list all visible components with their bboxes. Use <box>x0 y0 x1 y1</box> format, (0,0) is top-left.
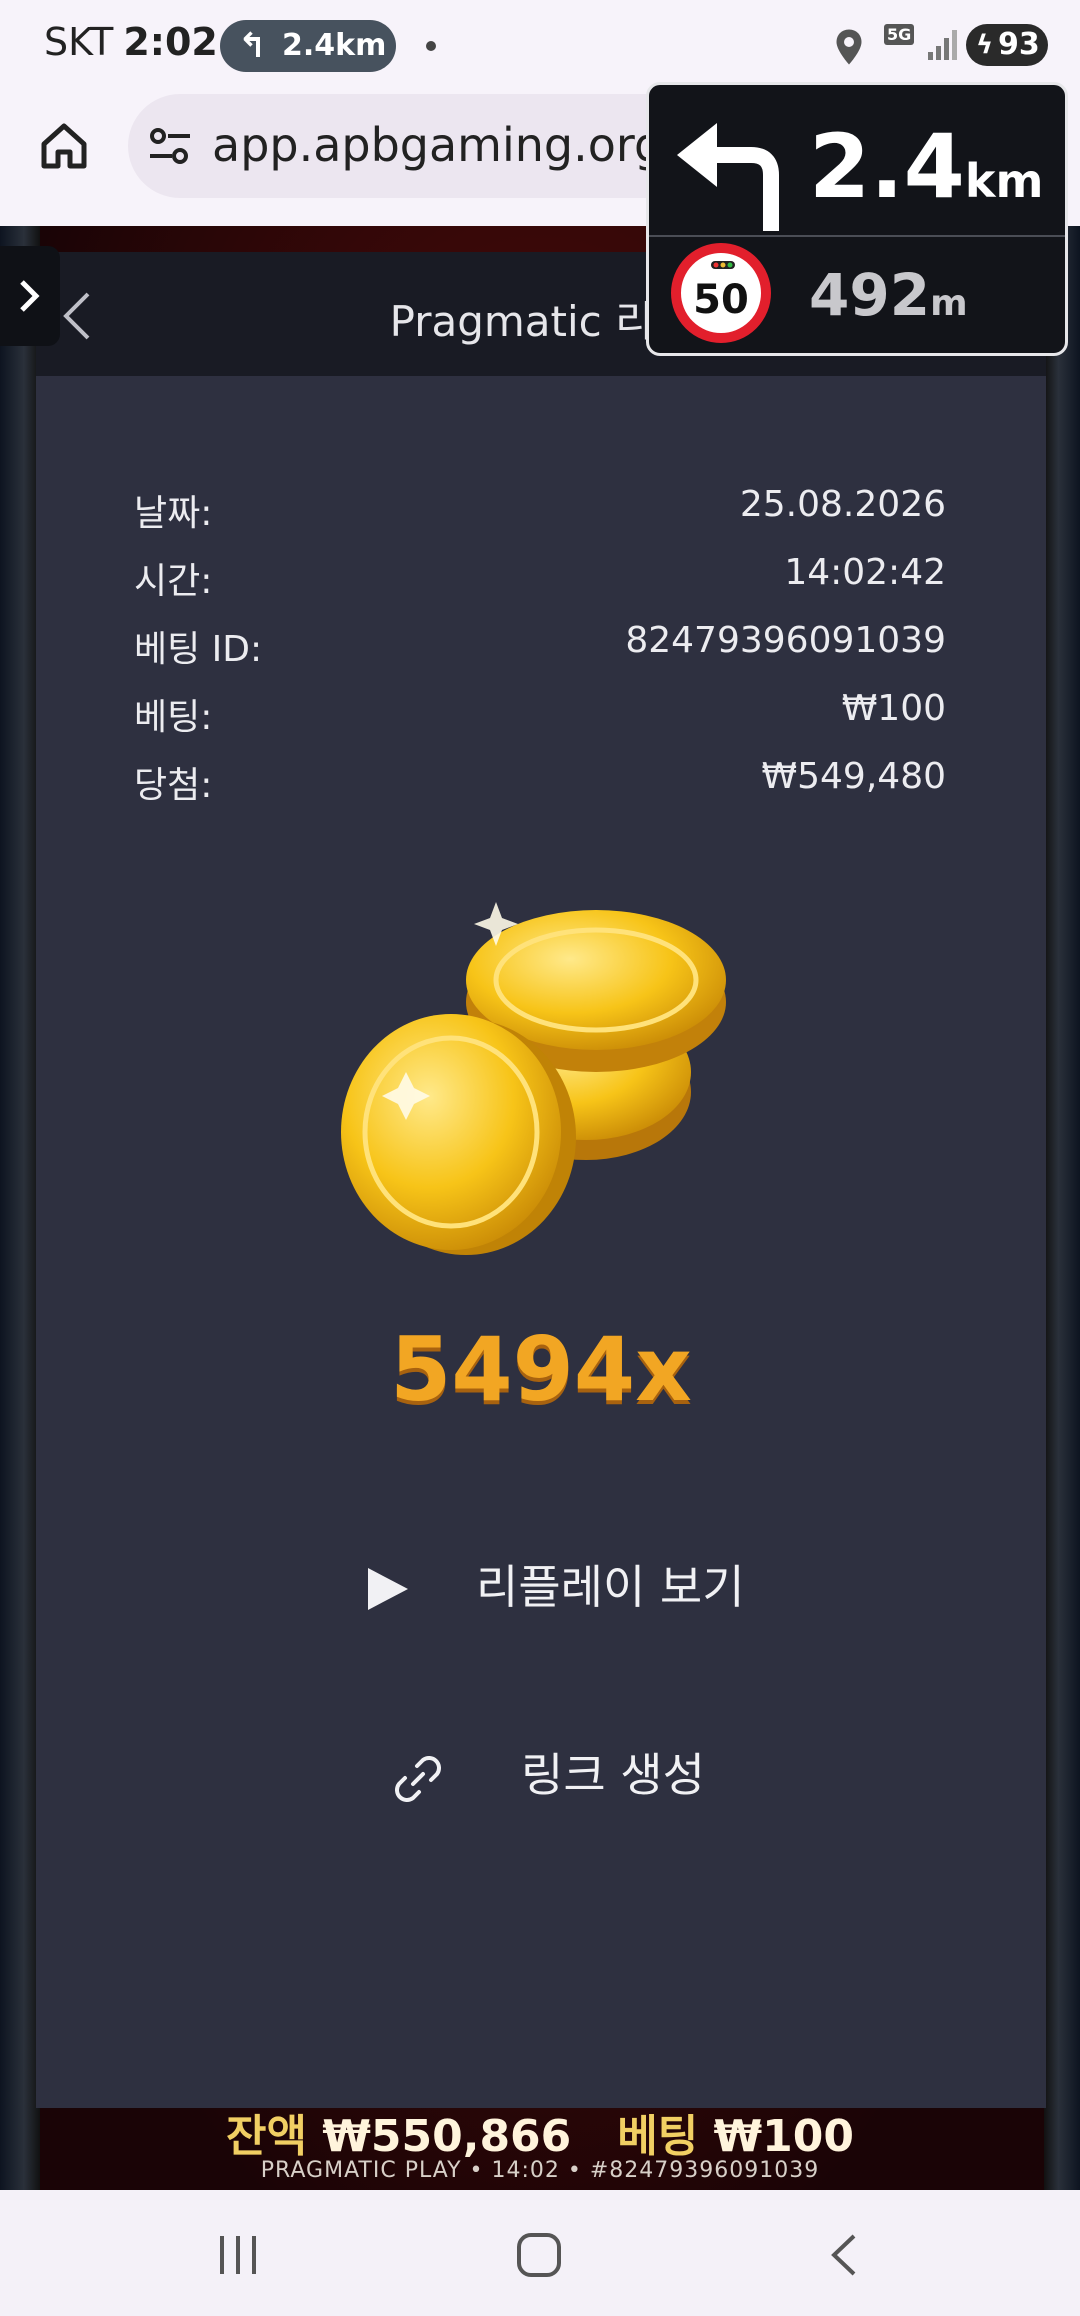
turn-distance-unit: km <box>964 154 1044 208</box>
system-navigation-bar <box>0 2190 1080 2316</box>
status-time: 2:02 <box>123 20 218 64</box>
turn-left-arrow-icon <box>677 123 779 231</box>
link-icon <box>395 1756 441 1802</box>
navigation-status-pill[interactable]: ↰ 2.4km <box>220 20 396 72</box>
info-row-win: 당첨: ₩549,480 <box>134 756 946 824</box>
overlay-divider <box>649 235 1065 237</box>
chevron-right-icon <box>20 280 40 312</box>
game-frame-right <box>1044 226 1080 2190</box>
time-value: 14:02:42 <box>784 552 946 593</box>
signal-icon <box>928 30 957 60</box>
info-row-date: 날짜: 25.08.2026 <box>134 484 946 552</box>
next-distance: 492m <box>809 261 968 329</box>
game-area: Pragmatic 리플 날짜: 25.08.2026 시간: 14:02:42… <box>0 226 1080 2190</box>
home-icon[interactable] <box>36 118 92 174</box>
speed-limit-sign: 50 <box>671 243 771 343</box>
battery-percent: 93 <box>998 27 1040 62</box>
watch-replay-label: 리플레이 보기 <box>476 1560 745 1614</box>
gold-coins-icon <box>341 902 726 1255</box>
game-footer: 잔액 ₩550,866 베팅 ₩100 PRAGMATIC PLAY • 14:… <box>0 2100 1080 2190</box>
bet-info: 날짜: 25.08.2026 시간: 14:02:42 베팅 ID: 82479… <box>134 484 946 824</box>
back-icon[interactable] <box>824 2230 864 2280</box>
footer-meta: PRAGMATIC PLAY • 14:02 • #82479396091039 <box>260 2158 820 2183</box>
url-text: app.apbgaming.org/c <box>212 118 704 172</box>
footer-bet-label: 베팅 <box>617 2111 699 2162</box>
home-button-icon[interactable] <box>514 2230 564 2280</box>
info-row-bet-id: 베팅 ID: 82479396091039 <box>134 620 946 688</box>
next-distance-unit: m <box>930 283 968 324</box>
location-icon <box>836 29 862 65</box>
footer-balance: 잔액 ₩550,866 베팅 ₩100 <box>0 2100 1080 2164</box>
turn-distance-value: 2.4 <box>809 115 965 218</box>
create-link-button[interactable]: 링크 생성 <box>391 1730 751 1820</box>
replay-dialog: Pragmatic 리플 날짜: 25.08.2026 시간: 14:02:42… <box>36 252 1046 2108</box>
navigation-overlay[interactable]: 2.4km 50 492m <box>646 82 1068 356</box>
battery-icon: ϟ 93 <box>966 24 1048 66</box>
speed-limit-value: 50 <box>693 277 749 323</box>
time-label: 시간: <box>134 561 213 602</box>
watch-replay-button[interactable]: 리플레이 보기 <box>346 1542 776 1632</box>
bet-label: 베팅: <box>134 697 213 738</box>
nav-pill-distance: 2.4km <box>282 28 387 63</box>
win-label: 당첨: <box>134 765 213 806</box>
turn-distance: 2.4km <box>809 115 1043 218</box>
recent-apps-icon[interactable] <box>212 2232 264 2278</box>
play-icon <box>368 1568 408 1610</box>
turn-left-icon: ↰ <box>238 26 267 66</box>
footer-bet-value: ₩100 <box>713 2111 854 2162</box>
network-type-icon: 5G <box>884 24 915 45</box>
status-carrier: SKT 2:02 <box>44 20 218 64</box>
create-link-label: 링크 생성 <box>521 1748 705 1802</box>
game-frame-left <box>0 226 40 2190</box>
notification-dot <box>426 41 436 51</box>
side-panel-toggle[interactable] <box>0 246 60 346</box>
site-settings-icon[interactable] <box>148 126 192 166</box>
status-bar: SKT 2:02 ↰ 2.4km 5G ϟ 93 <box>0 0 1080 90</box>
bet-value: ₩100 <box>841 688 946 729</box>
win-multiplier: 5494x <box>390 1318 692 1421</box>
carrier-name: SKT <box>44 20 114 64</box>
bet-id-value: 82479396091039 <box>625 620 946 661</box>
info-row-bet: 베팅: ₩100 <box>134 688 946 756</box>
date-value: 25.08.2026 <box>739 484 946 525</box>
traffic-light-icon <box>711 261 735 269</box>
balance-label: 잔액 <box>226 2111 308 2162</box>
info-row-time: 시간: 14:02:42 <box>134 552 946 620</box>
bet-id-label: 베팅 ID: <box>134 629 263 670</box>
balance-value: ₩550,866 <box>322 2111 572 2162</box>
charging-icon: ϟ <box>976 30 994 60</box>
date-label: 날짜: <box>134 493 213 534</box>
win-value: ₩549,480 <box>761 756 946 797</box>
next-distance-value: 492 <box>809 261 931 329</box>
